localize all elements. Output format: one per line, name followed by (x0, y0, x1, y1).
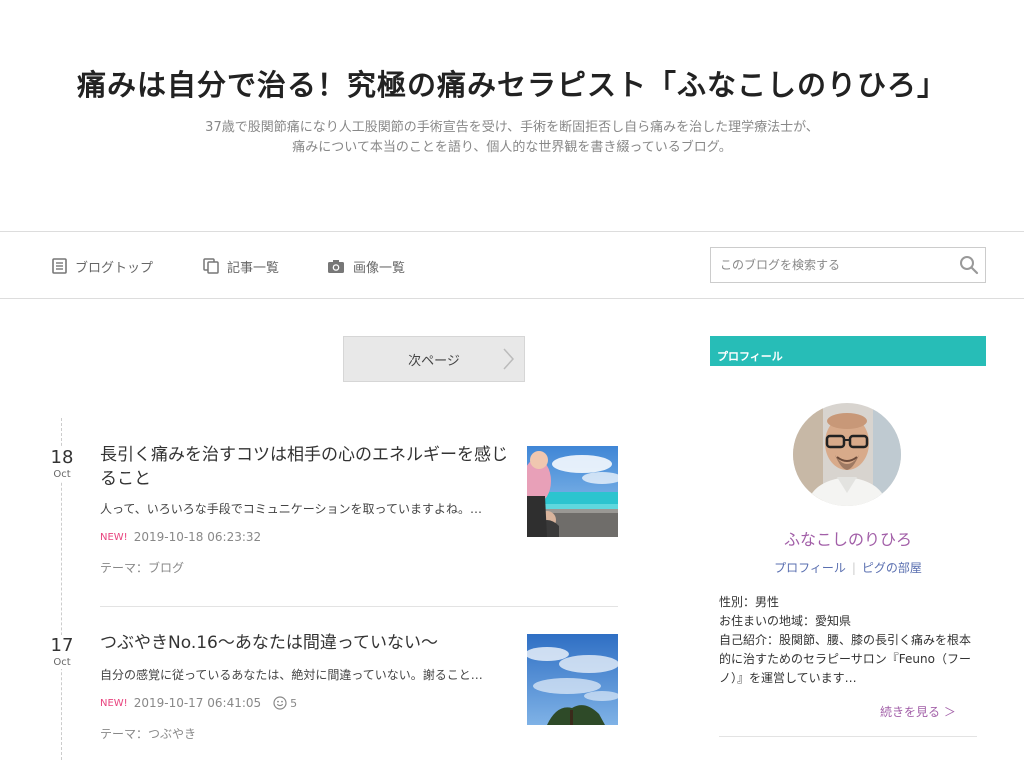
blog-description-line-1: 37歳で股関節痛になり人工股関節の手術宣告を受け、手術を断固拒否し自ら痛みを治し… (205, 120, 819, 135)
nav-image-list-label: 画像一覧 (353, 260, 406, 276)
entry-date-day: 17 (50, 635, 74, 656)
entry-date: 17 Oct (40, 635, 84, 669)
entry-excerpt: 人って、いろいろな手段でコミュニケーションを取っていますよね。… (100, 502, 482, 516)
profile-region: お住まいの地域：愛知県 (719, 614, 852, 628)
document-icon (52, 258, 67, 274)
profile-link[interactable]: プロフィール (774, 561, 846, 575)
read-more-link[interactable]: 続きを見る ＞ (880, 703, 956, 720)
entry-date-day: 18 (50, 447, 74, 468)
blog-title[interactable]: 痛みは自分で治る！究極の痛みセラピスト「ふなこしのりひろ」 (0, 62, 1024, 104)
entry-divider (100, 606, 618, 607)
pigg-room-link[interactable]: ピグの部屋 (862, 561, 922, 575)
entry-title[interactable]: つぶやきNo.16〜あなたは間違っていない〜 (100, 631, 510, 655)
profile-info: 性別：男性 お住まいの地域：愛知県 自己紹介：股関節、腰、膝の長引く痛みを根本的… (719, 593, 981, 688)
blog-description: 37歳で股関節痛になり人工股関節の手術宣告を受け、手術を断固拒否し自ら痛みを治し… (0, 118, 1024, 158)
link-separator: | (851, 561, 856, 575)
entry-theme: テーマ：つぶやき (100, 725, 196, 742)
entry-title[interactable]: 長引く痛みを治すコツは相手の心のエネルギーを感じること (100, 443, 510, 491)
next-page-label: 次ページ (408, 354, 460, 369)
blog-search (710, 247, 986, 283)
blog-header: 痛みは自分で治る！究極の痛みセラピスト「ふなこしのりひろ」 37歳で股関節痛にな… (0, 0, 1024, 231)
entry-thumbnail[interactable] (527, 634, 618, 725)
new-badge: NEW! (100, 531, 128, 543)
entry-datetime: 2019-10-18 06:23:32 (133, 530, 262, 544)
nav-entry-list[interactable]: 記事一覧 (203, 256, 279, 276)
comment-count[interactable]: 5 (273, 696, 297, 710)
entry-theme-prefix: テーマ： (100, 727, 149, 741)
entry-theme: テーマ：ブログ (100, 559, 184, 576)
entry-date-month: Oct (53, 469, 71, 480)
entry-meta: NEW! 2019-10-17 06:41:05 5 (100, 696, 297, 710)
entry-theme-link[interactable]: ブログ (148, 561, 184, 575)
entry-theme-prefix: テーマ： (100, 561, 149, 575)
entry-theme-link[interactable]: つぶやき (148, 727, 196, 741)
entry-datetime: 2019-10-17 06:41:05 (133, 696, 262, 710)
profile-photo (793, 403, 901, 506)
profile-intro: 自己紹介：股関節、腰、膝の長引く痛みを根本的に治すためのセラピーサロン『Feun… (719, 633, 972, 685)
copy-icon (203, 258, 219, 274)
blog-description-line-2: 痛みについて本当のことを語り、個人的な世界観を書き綴っているブログ。 (292, 140, 732, 155)
entry-meta: NEW! 2019-10-18 06:23:32 (100, 530, 261, 544)
camera-icon (328, 259, 344, 273)
profile-name[interactable]: ふなこしのりひろ (710, 526, 986, 550)
comment-count-value: 5 (290, 696, 298, 710)
sky-photo (527, 634, 618, 725)
profile-divider (719, 736, 977, 737)
entry-date-month: Oct (53, 657, 71, 668)
profile-links: プロフィール | ピグの部屋 (710, 559, 986, 576)
chevron-right-icon (503, 348, 514, 370)
nav-blog-top[interactable]: ブログトップ (52, 256, 153, 276)
nav-blog-top-label: ブログトップ (75, 260, 154, 276)
search-input[interactable] (711, 248, 951, 282)
new-badge: NEW! (100, 697, 128, 709)
nav-entry-list-label: 記事一覧 (227, 260, 280, 276)
entry-date: 18 Oct (40, 447, 84, 481)
profile-header: プロフィール (710, 336, 986, 366)
profile-gender: 性別：男性 (719, 595, 780, 609)
global-nav: ブログトップ 記事一覧 画像一覧 (0, 231, 1024, 299)
avatar[interactable] (793, 403, 901, 506)
search-icon[interactable] (959, 255, 979, 275)
beach-photo (527, 446, 618, 537)
nav-image-list[interactable]: 画像一覧 (327, 256, 405, 276)
smiley-icon (273, 696, 287, 710)
entry-excerpt: 自分の感覚に従っているあなたは、絶対に間違っていない。謝ること… (100, 668, 483, 682)
entry-thumbnail[interactable] (527, 446, 618, 537)
next-page-button[interactable]: 次ページ (343, 336, 525, 382)
